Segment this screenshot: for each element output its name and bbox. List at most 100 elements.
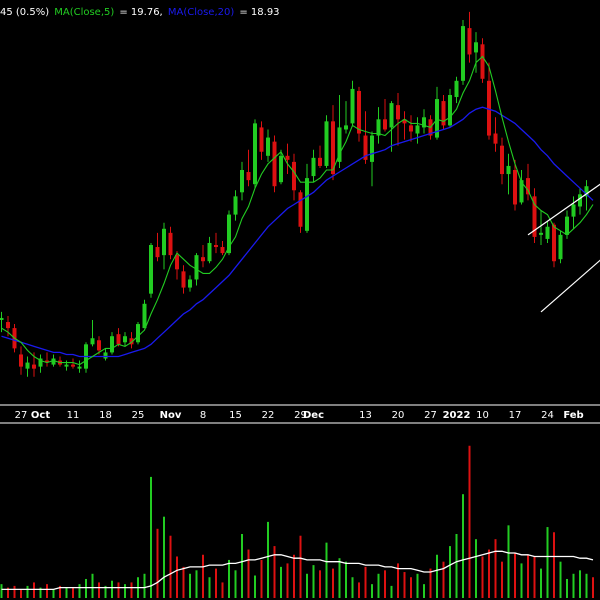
candle-body: [123, 336, 127, 343]
x-tick-label: 27: [15, 410, 28, 421]
volume-bar: [176, 556, 178, 598]
x-tick-label: 2022: [443, 410, 471, 421]
candle: [90, 320, 95, 347]
volume-bar: [468, 445, 471, 598]
x-tick-label: 24: [541, 410, 554, 421]
candle-body: [64, 364, 69, 367]
candle-body: [97, 340, 101, 351]
volume-bar: [371, 584, 373, 598]
candle-body: [149, 245, 153, 294]
volume-bar: [449, 546, 451, 598]
candle-body: [0, 317, 4, 320]
candle: [389, 101, 394, 152]
volume-bar: [501, 561, 503, 598]
volume-bar: [475, 539, 477, 598]
candle: [136, 322, 140, 345]
candle-body: [259, 127, 264, 152]
ma5-line: [1, 55, 594, 366]
x-tick-label: 8: [200, 410, 206, 421]
candle-body: [188, 279, 192, 288]
candle: [344, 101, 348, 134]
volume-bar: [98, 582, 100, 598]
candle: [240, 161, 244, 201]
candle: [409, 115, 413, 142]
volume-bars: [0, 445, 594, 598]
x-tick-label: Oct: [31, 410, 50, 421]
x-tick-label: 13: [359, 410, 372, 421]
candle: [539, 210, 543, 245]
candle-body: [474, 42, 478, 53]
candle: [519, 170, 524, 205]
candle: [77, 360, 82, 373]
candle-body: [162, 228, 166, 256]
volume-bar: [241, 533, 243, 598]
candle-body: [103, 352, 108, 359]
candle-body: [558, 234, 563, 260]
candle: [558, 230, 563, 264]
volume-bar: [514, 553, 516, 598]
candle: [253, 119, 257, 189]
candle-body: [552, 224, 556, 262]
candle: [552, 222, 556, 268]
candle: [38, 354, 43, 373]
candle: [454, 76, 459, 104]
volume-bar: [221, 582, 224, 598]
x-tick-label: 20: [392, 410, 405, 421]
candle: [357, 86, 361, 142]
volume-bar: [72, 587, 74, 598]
volume-bar: [566, 578, 568, 598]
volume-bar: [182, 566, 185, 598]
candle-body: [454, 80, 459, 98]
x-tick-label: Dec: [303, 410, 324, 421]
volume-bar: [559, 561, 562, 598]
candle: [227, 210, 231, 256]
volume-bar: [351, 577, 354, 598]
volume-bar: [156, 528, 159, 598]
trendline: [527, 183, 600, 236]
candle: [370, 131, 374, 187]
candle: [376, 107, 381, 144]
candle: [526, 163, 530, 201]
volume-bar: [189, 573, 191, 598]
candle-body: [292, 161, 296, 191]
candle-body: [311, 157, 316, 177]
x-tick-label: 27: [424, 410, 437, 421]
candle-body: [155, 247, 160, 258]
candle-body: [318, 157, 322, 166]
candle: [214, 232, 218, 254]
candle: [181, 265, 186, 294]
candle: [461, 20, 465, 85]
candle: [19, 346, 23, 375]
candle-body: [194, 255, 199, 280]
candle-body: [214, 245, 218, 248]
candle-body: [513, 170, 517, 205]
volume-bar: [247, 549, 250, 598]
candle: [571, 196, 576, 229]
candle: [493, 117, 498, 152]
volume-bar: [91, 573, 94, 598]
volume-bar: [52, 589, 55, 598]
volume-bar: [481, 556, 484, 598]
candle: [467, 11, 472, 63]
candle: [58, 356, 62, 367]
volume-bar: [540, 568, 542, 598]
candle-body: [545, 226, 550, 239]
candle-body: [480, 44, 485, 79]
candle-body: [175, 255, 179, 270]
volume-bar: [143, 573, 146, 598]
candle: [246, 149, 251, 187]
candle-body: [298, 192, 303, 227]
candle: [149, 242, 153, 298]
candle-body: [51, 358, 56, 365]
candle-body: [142, 303, 147, 329]
trendlines: [527, 183, 600, 313]
volume-bar: [26, 585, 29, 598]
volume-bar: [377, 573, 380, 598]
ma20-layer: [1, 106, 594, 358]
volume-bar: [169, 535, 172, 598]
volume-bar: [527, 554, 529, 598]
volume-bar: [228, 559, 230, 598]
volume-bar: [299, 535, 302, 598]
candle-body: [344, 125, 348, 130]
candle: [220, 240, 225, 256]
